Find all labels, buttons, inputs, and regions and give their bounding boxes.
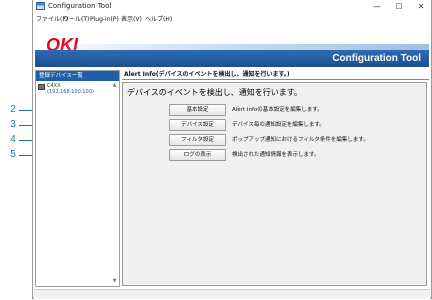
menu-plugin[interactable]: Plug-in(P) [90, 14, 119, 26]
banner-title: Configuration Tool [332, 53, 421, 64]
filter-settings-description: ポップアップ通知におけるフィルタ条件を編集します。 [232, 137, 369, 143]
scroll-down-icon[interactable]: ▼ [111, 278, 118, 285]
banner: OKI Configuration Tool [35, 27, 429, 67]
show-log-button[interactable]: ログの表示 [169, 149, 226, 161]
scroll-up-icon[interactable]: ▲ [111, 82, 118, 89]
device-settings-description: デバイス毎の通知設定を編集します。 [232, 122, 325, 128]
device-list-panel: 登録デバイス一覧 C4XX (192.168.100.100) ▲ ▼ [35, 70, 120, 287]
app-window: Configuration Tool — ☐ ✕ ファイル(F) ツール(T) … [32, 0, 432, 299]
callout-number-4: 4 [10, 134, 16, 145]
callout-number-3: 3 [10, 119, 16, 130]
menu-view[interactable]: 表示(V) [121, 14, 142, 26]
show-log-description: 検出された通知情報を表示します。 [232, 152, 320, 158]
device-settings-button[interactable]: デバイス設定 [169, 119, 226, 131]
window-title: Configuration Tool [48, 2, 112, 10]
panel-heading: デバイスのイベントを検出し、通知を行います。 [127, 88, 302, 97]
callout-number-2: 2 [10, 104, 16, 115]
callout-number-5: 5 [10, 149, 16, 160]
maximize-button[interactable]: ☐ [389, 0, 409, 13]
basic-settings-button[interactable]: 基本設定 [169, 104, 226, 116]
device-item[interactable]: C4XX (192.168.100.100) [36, 83, 119, 97]
device-ip: (192.168.100.100) [47, 89, 94, 95]
banner-bar: Configuration Tool [35, 44, 429, 67]
printer-icon [38, 84, 45, 90]
status-bar [34, 289, 430, 299]
menu-help[interactable]: ヘルプ(H) [145, 14, 172, 26]
app-icon [36, 2, 45, 10]
title-bar: Configuration Tool — ☐ ✕ [33, 0, 431, 14]
minimize-button[interactable]: — [367, 0, 387, 13]
alert-info-panel: デバイスのイベントを検出し、通知を行います。 基本設定 Alert Infoの基… [122, 82, 427, 286]
main-content: Alert Info(デバイスのイベントを検出し、通知を行います。) デバイスの… [122, 70, 429, 287]
close-button[interactable]: ✕ [411, 0, 431, 13]
content-header: Alert Info(デバイスのイベントを検出し、通知を行います。) [122, 70, 429, 80]
basic-settings-description: Alert Infoの基本設定を編集します。 [232, 107, 323, 113]
menu-tools[interactable]: ツール(T) [63, 14, 89, 26]
menu-bar: ファイル(F) ツール(T) Plug-in(P) 表示(V) ヘルプ(H) [33, 14, 431, 26]
filter-settings-button[interactable]: フィルタ設定 [169, 134, 226, 146]
device-list-header: 登録デバイス一覧 [36, 71, 119, 81]
